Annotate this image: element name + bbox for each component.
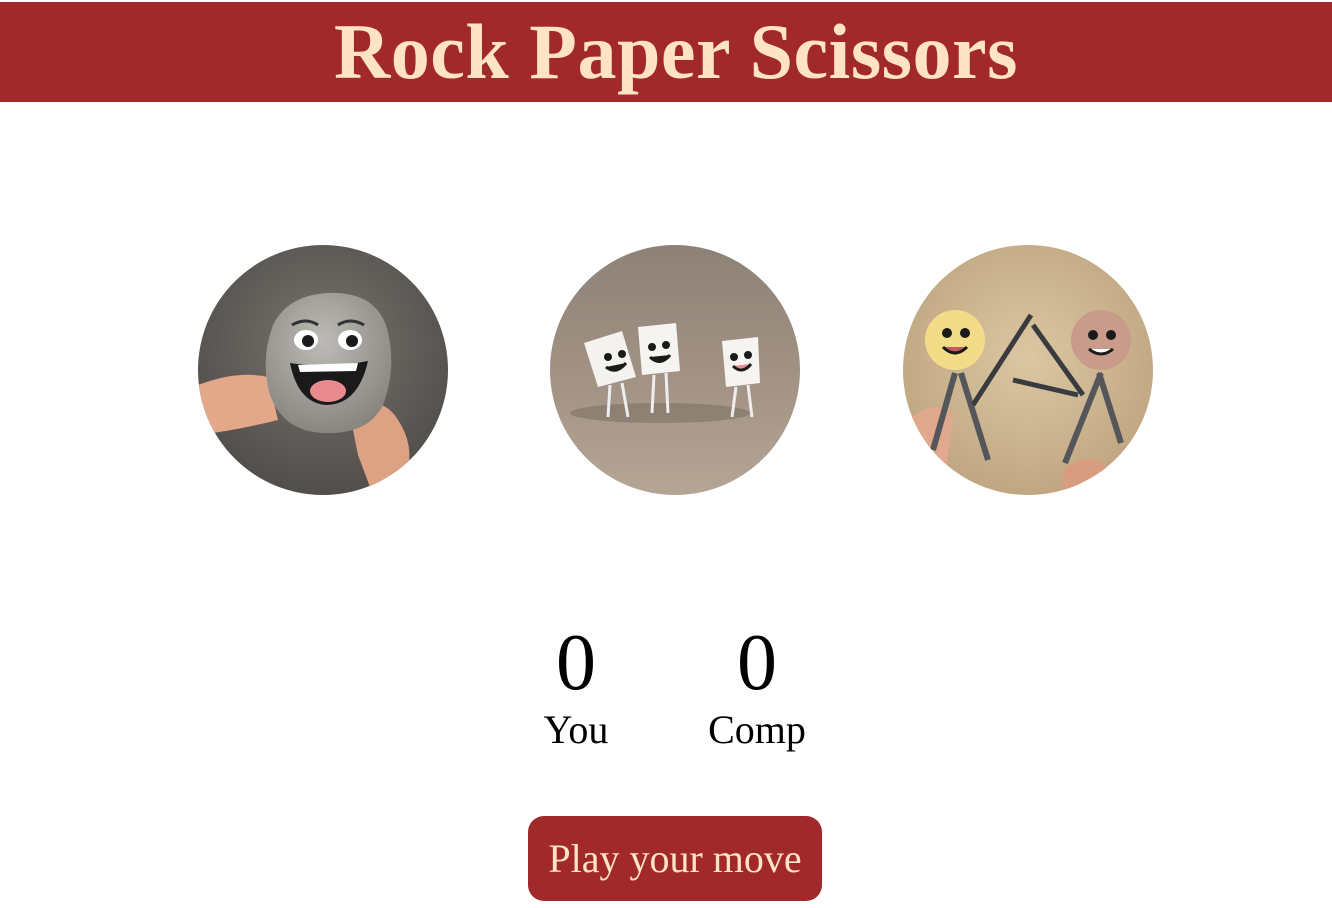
- comp-score-label: Comp: [708, 707, 806, 752]
- user-score-label: You: [543, 707, 609, 752]
- play-your-move-button[interactable]: Play your move: [528, 816, 822, 901]
- comp-score: 0: [737, 619, 777, 707]
- smiling-scissors-image: [903, 245, 1153, 495]
- dancing-paper-image: [550, 245, 800, 495]
- page-title: Rock Paper Scissors: [333, 8, 1019, 95]
- choice-scissors[interactable]: [903, 245, 1153, 495]
- smiling-rock-image: [198, 245, 448, 495]
- user-score-card: 0 You: [506, 620, 646, 754]
- header-bar: Rock Paper Scissors: [0, 2, 1332, 102]
- game-page: Rock Paper Scissors 0 You 0 Comp Play yo…: [0, 0, 1332, 908]
- user-score: 0: [556, 619, 596, 707]
- comp-score-card: 0 Comp: [687, 620, 827, 754]
- choice-rock[interactable]: [198, 245, 448, 495]
- choice-paper[interactable]: [550, 245, 800, 495]
